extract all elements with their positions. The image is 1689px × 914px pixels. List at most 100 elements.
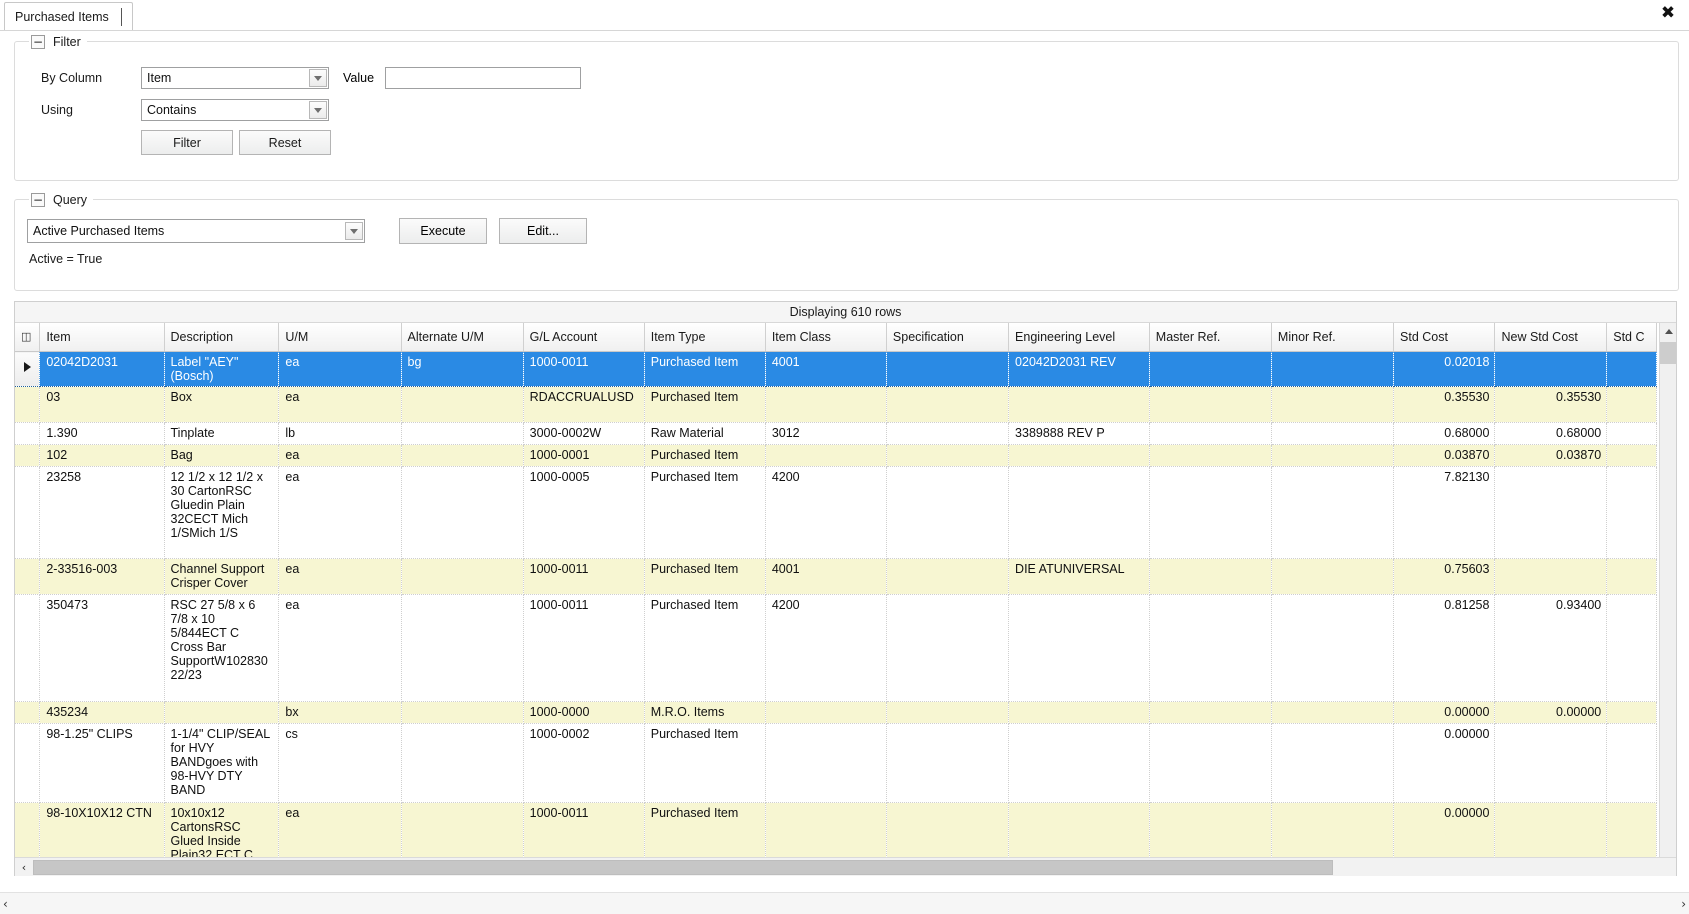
cell-std-cost[interactable]: 0.35530 <box>1393 386 1496 423</box>
cell-new-std-cost[interactable]: 0.93400 <box>1494 594 1608 702</box>
cell-std-c[interactable] <box>1606 558 1657 595</box>
cell-item-type[interactable]: Purchased Item <box>644 351 766 387</box>
window-horizontal-scrollbar[interactable]: ‹ › <box>0 892 1689 914</box>
column-header-minor-ref[interactable]: Minor Ref. <box>1271 323 1395 352</box>
cell-um[interactable]: ea <box>278 466 402 559</box>
chevron-down-icon[interactable] <box>309 101 327 119</box>
column-header-description[interactable]: Description <box>164 323 280 352</box>
column-header-item-class[interactable]: Item Class <box>765 323 887 352</box>
cell-specification[interactable] <box>886 386 1010 423</box>
cell-new-std-cost[interactable] <box>1494 558 1608 595</box>
cell-new-std-cost[interactable]: 0.00000 <box>1494 701 1608 724</box>
column-header-item[interactable]: Item <box>39 323 165 352</box>
cell-minor-ref[interactable] <box>1271 558 1395 595</box>
column-header-master-ref[interactable]: Master Ref. <box>1149 323 1272 352</box>
cell-item[interactable]: 1.390 <box>39 422 165 445</box>
table-row[interactable]: 98-1.25" CLIPS 1-1/4" CLIP/SEAL for HVY B… <box>15 723 1657 803</box>
cell-master-ref[interactable] <box>1149 594 1272 702</box>
column-header-item-type[interactable]: Item Type <box>644 323 766 352</box>
cell-item[interactable]: 350473 <box>39 594 165 702</box>
cell-engineering-level[interactable] <box>1008 594 1150 702</box>
close-icon[interactable]: ✖ <box>1657 2 1679 24</box>
cell-item[interactable]: 03 <box>39 386 165 423</box>
cell-um[interactable]: ea <box>278 351 402 387</box>
cell-minor-ref[interactable] <box>1271 351 1395 387</box>
table-row[interactable]: 23258 12 1/2 x 12 1/2 x 30 CartonRSC Glue… <box>15 466 1657 559</box>
row-selector[interactable] <box>15 723 41 803</box>
cell-alt-um[interactable] <box>401 723 524 803</box>
table-row[interactable]: 435234 bx 1000-0000 M.R.O. Items 0.00000 0.00… <box>15 701 1657 724</box>
cell-description[interactable]: Bag <box>164 444 280 467</box>
table-row[interactable]: 350473 RSC 27 5/8 x 6 7/8 x 10 5/844ECT C… <box>15 594 1657 702</box>
column-header-um[interactable]: U/M <box>278 323 402 352</box>
column-header-alternate-um[interactable]: Alternate U/M <box>401 323 524 352</box>
cell-new-std-cost[interactable]: 0.35530 <box>1494 386 1608 423</box>
row-selector[interactable] <box>15 386 41 423</box>
cell-engineering-level[interactable] <box>1008 466 1150 559</box>
query-collapse-toggle[interactable]: − <box>31 193 45 207</box>
row-selector[interactable] <box>15 422 41 445</box>
cell-item-class[interactable]: 4200 <box>765 466 887 559</box>
column-header-new-std-cost[interactable]: New Std Cost <box>1494 323 1608 352</box>
cell-gl-account[interactable]: 1000-0011 <box>523 558 645 595</box>
chevron-down-icon[interactable] <box>345 222 363 240</box>
cell-item-type[interactable]: Purchased Item <box>644 386 766 423</box>
cell-std-c[interactable] <box>1606 351 1657 387</box>
cell-um[interactable]: lb <box>278 422 402 445</box>
cell-item-type[interactable]: Purchased Item <box>644 466 766 559</box>
cell-description[interactable]: Box <box>164 386 280 423</box>
cell-description[interactable]: Tinplate <box>164 422 280 445</box>
cell-gl-account[interactable]: RDACCRUALUSD <box>523 386 645 423</box>
cell-std-cost[interactable]: 7.82130 <box>1393 466 1496 559</box>
column-header-std-cost[interactable]: Std Cost <box>1393 323 1496 352</box>
cell-item[interactable]: 98-1.25" CLIPS <box>39 723 165 803</box>
cell-gl-account[interactable]: 3000-0002W <box>523 422 645 445</box>
cell-master-ref[interactable] <box>1149 558 1272 595</box>
row-selector[interactable] <box>15 466 41 559</box>
cell-engineering-level[interactable]: 3389888 REV P <box>1008 422 1150 445</box>
row-selector[interactable] <box>15 444 41 467</box>
cell-item-class[interactable] <box>765 444 887 467</box>
cell-alt-um[interactable] <box>401 558 524 595</box>
cell-alt-um[interactable] <box>401 386 524 423</box>
cell-item[interactable]: 2-33516-003 <box>39 558 165 595</box>
cell-new-std-cost[interactable]: 0.68000 <box>1494 422 1608 445</box>
scroll-up-button[interactable] <box>1660 323 1676 340</box>
window-scroll-left-button[interactable]: ‹ <box>3 897 8 911</box>
cell-master-ref[interactable] <box>1149 422 1272 445</box>
row-selector[interactable] <box>15 558 41 595</box>
cell-description[interactable]: 12 1/2 x 12 1/2 x 30 CartonRSC Gluedin P… <box>164 466 280 559</box>
cell-std-cost[interactable]: 0.81258 <box>1393 594 1496 702</box>
cell-um[interactable]: ea <box>278 558 402 595</box>
window-scroll-right-button[interactable]: › <box>1681 897 1686 911</box>
cell-master-ref[interactable] <box>1149 723 1272 803</box>
cell-item-class[interactable]: 4001 <box>765 351 887 387</box>
cell-item-type[interactable]: Purchased Item <box>644 723 766 803</box>
cell-specification[interactable] <box>886 594 1010 702</box>
cell-specification[interactable] <box>886 466 1010 559</box>
column-header-std-c[interactable]: Std C <box>1606 323 1657 352</box>
cell-gl-account[interactable]: 1000-0000 <box>523 701 645 724</box>
cell-gl-account[interactable]: 1000-0011 <box>523 351 645 387</box>
chevron-down-icon[interactable] <box>309 69 327 87</box>
cell-item[interactable]: 102 <box>39 444 165 467</box>
cell-gl-account[interactable]: 1000-0005 <box>523 466 645 559</box>
cell-item[interactable]: 02042D2031 <box>39 351 165 387</box>
cell-um[interactable]: cs <box>278 723 402 803</box>
cell-description[interactable]: Channel Support Crisper Cover <box>164 558 280 595</box>
cell-master-ref[interactable] <box>1149 466 1272 559</box>
cell-engineering-level[interactable] <box>1008 444 1150 467</box>
execute-button[interactable]: Execute <box>399 218 487 244</box>
table-row[interactable]: 02042D2031 Label "AEY"(Bosch) ea bg 1000-001… <box>15 351 1657 387</box>
query-select[interactable]: Active Purchased Items <box>27 219 365 243</box>
cell-minor-ref[interactable] <box>1271 723 1395 803</box>
cell-alt-um[interactable] <box>401 701 524 724</box>
cell-std-cost[interactable]: 0.75603 <box>1393 558 1496 595</box>
table-row[interactable]: 03 Box ea RDACCRUALUSD Purchased Item 0.35530… <box>15 386 1657 423</box>
cell-alt-um[interactable] <box>401 422 524 445</box>
cell-std-c[interactable] <box>1606 594 1657 702</box>
cell-new-std-cost[interactable] <box>1494 351 1608 387</box>
edit-query-button[interactable]: Edit... <box>499 218 587 244</box>
cell-description[interactable]: Label "AEY"(Bosch) <box>164 351 280 387</box>
cell-std-cost[interactable]: 0.03870 <box>1393 444 1496 467</box>
